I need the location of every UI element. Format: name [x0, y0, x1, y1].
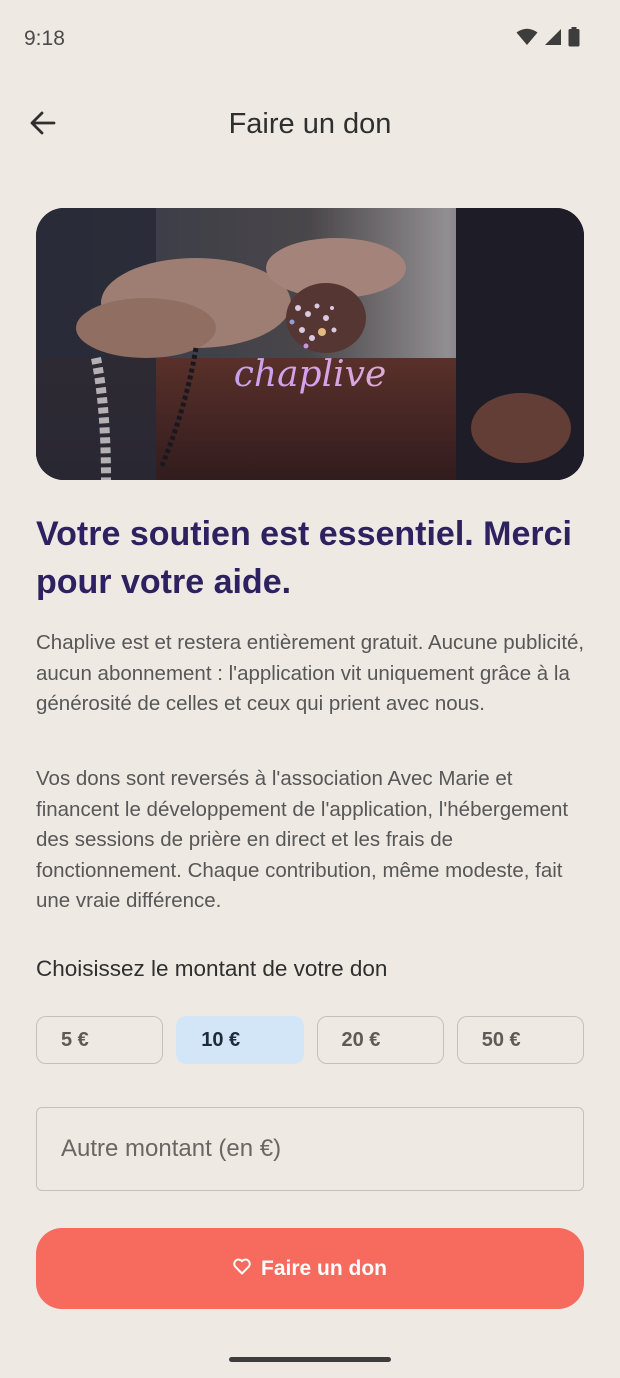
battery-icon	[568, 27, 580, 47]
status-bar: 9:18	[0, 0, 620, 78]
donate-button[interactable]: Faire un don	[36, 1228, 584, 1309]
amount-chip-20[interactable]: 20 €	[316, 1016, 444, 1064]
hero-photo-illustration	[36, 208, 584, 480]
home-indicator[interactable]	[229, 1357, 391, 1362]
amount-chip-5[interactable]: 5 €	[36, 1016, 164, 1064]
donation-screen: 9:18 Faire un don chaplive Votre soutien…	[0, 0, 620, 1378]
amount-chip-10[interactable]: 10 €	[176, 1016, 304, 1064]
donate-button-label: Faire un don	[261, 1256, 387, 1280]
wifi-icon	[516, 28, 538, 46]
details-paragraph: Vos dons sont reversés à l'association A…	[36, 767, 569, 913]
amount-label: Choisissez le montant de votre don	[36, 956, 388, 981]
signal-icon	[544, 28, 562, 46]
chaplive-logo: chaplive	[36, 354, 584, 395]
page-title: Faire un don	[228, 108, 392, 140]
status-icons	[516, 27, 580, 47]
amount-chip-50[interactable]: 50 €	[456, 1016, 584, 1064]
other-amount-input[interactable]	[36, 1107, 584, 1191]
amount-options: 5 € 10 € 20 € 50 €	[36, 1016, 584, 1064]
hero-image: chaplive	[36, 208, 584, 480]
headline: Votre soutien est essentiel. Merci pour …	[36, 515, 572, 601]
heart-icon	[233, 1257, 251, 1281]
app-bar: Faire un don	[0, 92, 620, 158]
status-time: 9:18	[24, 27, 65, 50]
intro-paragraph: Chaplive est et restera entièrement grat…	[36, 631, 585, 716]
